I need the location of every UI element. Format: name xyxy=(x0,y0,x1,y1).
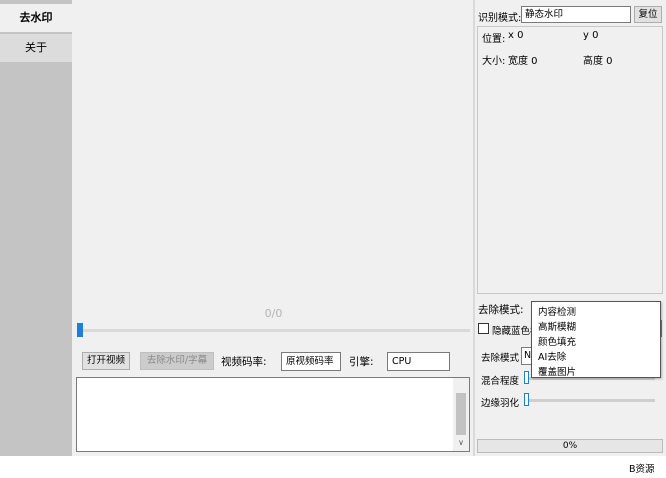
sidebar: 去水印 关于 xyxy=(0,0,72,456)
removal-mode-dropdown-list: 内容检测 高斯模糊 颜色填充 AI去除 覆盖图片 xyxy=(531,301,661,378)
feather-slider-track[interactable] xyxy=(527,399,655,402)
position-x-value: x 0 xyxy=(508,30,524,41)
dropdown-option-content-aware[interactable]: 内容检测 xyxy=(538,304,576,318)
seek-slider-handle[interactable] xyxy=(77,323,83,337)
dropdown-option-color-fill[interactable]: 颜色填充 xyxy=(538,334,576,348)
detect-mode-select[interactable]: 静态水印 xyxy=(521,6,631,23)
engine-label: 引擎: xyxy=(349,356,374,368)
log-textarea[interactable] xyxy=(76,377,470,452)
dropdown-option-gaussian-blur[interactable]: 高斯模糊 xyxy=(538,319,576,333)
size-label: 大小: xyxy=(482,56,506,67)
engine-select[interactable]: CPU xyxy=(387,352,450,371)
feather-label: 边缘羽化 xyxy=(481,398,520,409)
panel-divider xyxy=(473,0,475,456)
progress-text: 0% xyxy=(562,441,578,451)
detect-mode-label: 识别模式: xyxy=(478,13,522,24)
size-height-value: 高度 0 xyxy=(583,56,613,67)
sub-removal-mode-label: 去除模式 xyxy=(481,353,520,364)
blend-slider-handle[interactable] xyxy=(524,371,529,384)
scroll-down-arrow-icon[interactable]: ∨ xyxy=(453,437,469,449)
sidebar-item-remove-watermark[interactable]: 去水印 xyxy=(0,4,72,32)
bitrate-select[interactable]: 原视频码率 xyxy=(281,352,341,371)
blend-label: 混合程度 xyxy=(481,376,520,387)
size-width-value: 宽度 0 xyxy=(508,56,538,67)
frame-counter: 0/0 xyxy=(264,307,283,320)
dropdown-option-ai-remove[interactable]: AI去除 xyxy=(538,349,566,363)
position-y-value: y 0 xyxy=(583,30,599,41)
footer-watermark-text: B资源 xyxy=(629,464,655,475)
log-scrollbar-thumb[interactable] xyxy=(456,393,466,435)
position-label: 位置: xyxy=(482,34,506,45)
feather-slider-handle[interactable] xyxy=(524,393,529,406)
dropdown-option-cover-image[interactable]: 覆盖图片 xyxy=(538,364,576,378)
seek-slider-track[interactable] xyxy=(78,329,470,332)
bitrate-label: 视频码率: xyxy=(221,356,267,368)
open-video-button[interactable]: 打开视频 xyxy=(82,352,130,370)
reset-button[interactable]: 复位 xyxy=(634,6,662,23)
sidebar-item-about[interactable]: 关于 xyxy=(0,34,72,62)
removal-mode-label: 去除模式: xyxy=(478,304,524,316)
hide-blue-box-checkbox[interactable] xyxy=(478,323,489,334)
remove-watermark-button[interactable]: 去除水印/字幕 xyxy=(140,352,214,370)
video-preview[interactable] xyxy=(74,2,473,342)
